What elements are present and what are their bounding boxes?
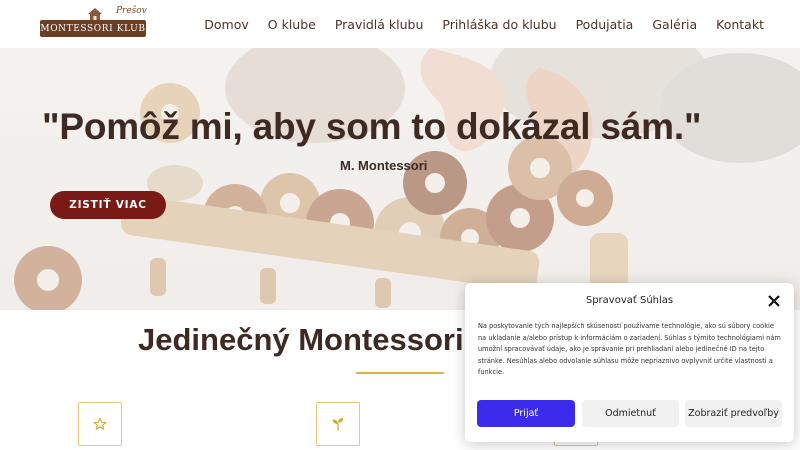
main-nav: Domov O klube Pravidlá klubu Prihláška d… [204,0,764,48]
hero-banner: "Pomôž mi, aby som to dokázal sám." M. M… [0,48,800,310]
site-logo[interactable]: Prešov MONTESSORI KLUB [40,6,147,40]
hero-quote: "Pomôž mi, aby som to dokázal sám." [42,106,702,147]
nav-item-podujatia[interactable]: Podujatia [576,17,634,32]
sprout-icon [332,418,344,431]
deny-button[interactable]: Odmietnuť [582,400,679,427]
section-divider [356,372,444,374]
nav-item-pravidla-klubu[interactable]: Pravidlá klubu [335,17,424,32]
consent-text: Na poskytovanie tých najlepších skúsenos… [478,322,781,376]
logo-location: Prešov [116,6,147,16]
nav-item-kontakt[interactable]: Kontakt [716,17,764,32]
cookie-consent-dialog: Spravovať Súhlas Na poskytovanie tých na… [465,283,794,442]
site-header: Prešov MONTESSORI KLUB Domov O klube Pra… [0,0,800,48]
nav-item-prihlaska[interactable]: Prihláška do klubu [442,17,556,32]
nav-item-o-klube[interactable]: O klube [268,17,316,32]
close-icon[interactable] [767,294,781,308]
feature-star-box [78,402,122,446]
star-icon [93,417,107,430]
view-preferences-button[interactable]: Zobraziť predvoľby [685,400,782,427]
learn-more-button[interactable]: ZISTIŤ VIAC [50,191,166,219]
hero-author: M. Montessori [340,158,428,173]
nav-item-domov[interactable]: Domov [204,17,249,32]
feature-sprout-box [316,402,360,446]
logo-name: MONTESSORI KLUB [40,23,146,34]
accept-button[interactable]: Prijať [477,400,575,427]
hero-overlay [0,48,800,310]
nav-item-galeria[interactable]: Galéria [652,17,697,32]
consent-title: Spravovať Súhlas [585,295,674,306]
logo-plate: MONTESSORI KLUB [40,20,146,37]
